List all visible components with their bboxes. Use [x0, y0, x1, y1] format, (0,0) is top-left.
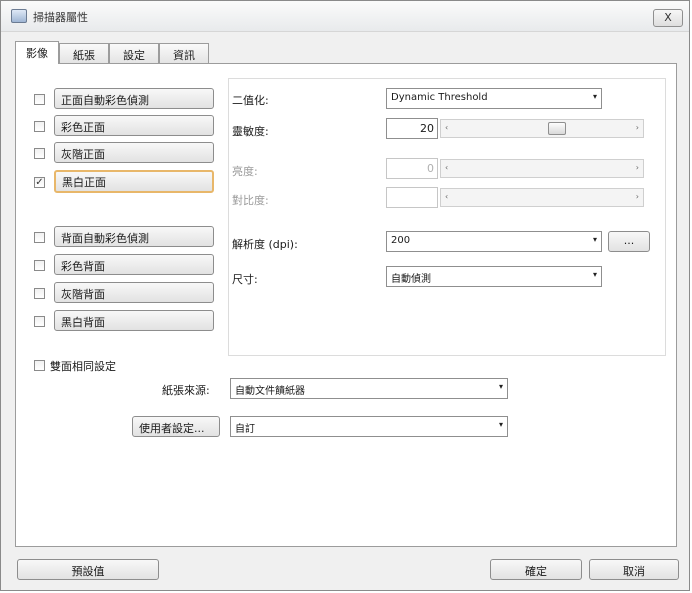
- checkbox-back-gray[interactable]: [34, 288, 45, 299]
- resolution-value: 200: [391, 235, 411, 246]
- sensitivity-label: 靈敏度:: [232, 125, 269, 138]
- chevron-down-icon: ▾: [498, 382, 503, 391]
- checkbox-front-bw[interactable]: ✓: [34, 177, 45, 188]
- checkbox-front-color[interactable]: [34, 121, 45, 132]
- image-type-front-gray[interactable]: 灰階正面: [54, 142, 214, 163]
- scanner-app-icon: [11, 9, 27, 23]
- chevron-down-icon: ▾: [592, 92, 597, 101]
- paper-source-value: 自動文件饋紙器: [235, 386, 305, 397]
- scanner-properties-dialog: 掃描器屬性 X 影像 紙張 設定 資訊 正面自動彩色偵測 彩色正面 灰階正面 ✓…: [0, 0, 690, 591]
- slider-right-icon: ›: [635, 163, 639, 172]
- user-settings-value: 自訂: [235, 424, 255, 435]
- resolution-label: 解析度 (dpi):: [232, 238, 298, 251]
- image-type-back-gray[interactable]: 灰階背面: [54, 282, 214, 303]
- tab-settings[interactable]: 設定: [109, 43, 159, 63]
- image-type-back-bw[interactable]: 黑白背面: [54, 310, 214, 331]
- contrast-slider: ‹ ›: [440, 188, 644, 207]
- paper-source-label: 紙張來源:: [162, 384, 210, 397]
- checkbox-back-auto-color[interactable]: [34, 232, 45, 243]
- checkbox-front-gray[interactable]: [34, 148, 45, 159]
- image-tab-panel: 正面自動彩色偵測 彩色正面 灰階正面 ✓ 黑白正面 背面自動彩色偵測 彩色背面 …: [15, 63, 677, 547]
- binarization-select[interactable]: Dynamic Threshold ▾: [386, 88, 602, 109]
- image-type-front-bw[interactable]: 黑白正面: [54, 170, 214, 193]
- size-label: 尺寸:: [232, 273, 258, 286]
- contrast-value-field: [386, 187, 438, 208]
- slider-right-icon: ›: [635, 123, 639, 132]
- chevron-down-icon: ▾: [592, 270, 597, 279]
- user-settings-button[interactable]: 使用者設定...: [132, 416, 220, 437]
- brightness-label: 亮度:: [232, 165, 258, 178]
- brightness-slider: ‹ ›: [440, 159, 644, 178]
- tab-paper[interactable]: 紙張: [59, 43, 109, 63]
- image-type-back-color[interactable]: 彩色背面: [54, 254, 214, 275]
- resolution-select[interactable]: 200 ▾: [386, 231, 602, 252]
- checkbox-duplex-same-settings[interactable]: [34, 360, 45, 371]
- ok-button[interactable]: 確定: [490, 559, 582, 580]
- resolution-more-button[interactable]: ...: [608, 231, 650, 252]
- image-type-front-auto-color[interactable]: 正面自動彩色偵測: [54, 88, 214, 109]
- size-value: 自動偵測: [391, 274, 431, 285]
- default-button[interactable]: 預設值: [17, 559, 159, 580]
- close-button[interactable]: X: [653, 9, 683, 27]
- image-type-back-auto-color[interactable]: 背面自動彩色偵測: [54, 226, 214, 247]
- duplex-same-settings-label: 雙面相同設定: [50, 360, 116, 373]
- sensitivity-value-field[interactable]: 20: [386, 118, 438, 139]
- title-bar: 掃描器屬性 X: [1, 1, 689, 32]
- binarization-label: 二值化:: [232, 94, 269, 107]
- sensitivity-slider-thumb[interactable]: [548, 122, 566, 135]
- tab-image[interactable]: 影像: [15, 41, 59, 64]
- slider-left-icon: ‹: [445, 163, 449, 172]
- slider-left-icon: ‹: [445, 192, 449, 201]
- brightness-value-field: 0: [386, 158, 438, 179]
- checkbox-back-bw[interactable]: [34, 316, 45, 327]
- slider-right-icon: ›: [635, 192, 639, 201]
- slider-left-icon: ‹: [445, 123, 449, 132]
- window-title: 掃描器屬性: [33, 11, 88, 24]
- chevron-down-icon: ▾: [498, 420, 503, 429]
- user-settings-select[interactable]: 自訂 ▾: [230, 416, 508, 437]
- checkbox-back-color[interactable]: [34, 260, 45, 271]
- size-select[interactable]: 自動偵測 ▾: [386, 266, 602, 287]
- cancel-button[interactable]: 取消: [589, 559, 679, 580]
- image-type-front-color[interactable]: 彩色正面: [54, 115, 214, 136]
- paper-source-select[interactable]: 自動文件饋紙器 ▾: [230, 378, 508, 399]
- contrast-label: 對比度:: [232, 194, 269, 207]
- tab-info[interactable]: 資訊: [159, 43, 209, 63]
- chevron-down-icon: ▾: [592, 235, 597, 244]
- checkbox-front-auto-color[interactable]: [34, 94, 45, 105]
- binarization-value: Dynamic Threshold: [391, 92, 488, 103]
- sensitivity-slider[interactable]: ‹ ›: [440, 119, 644, 138]
